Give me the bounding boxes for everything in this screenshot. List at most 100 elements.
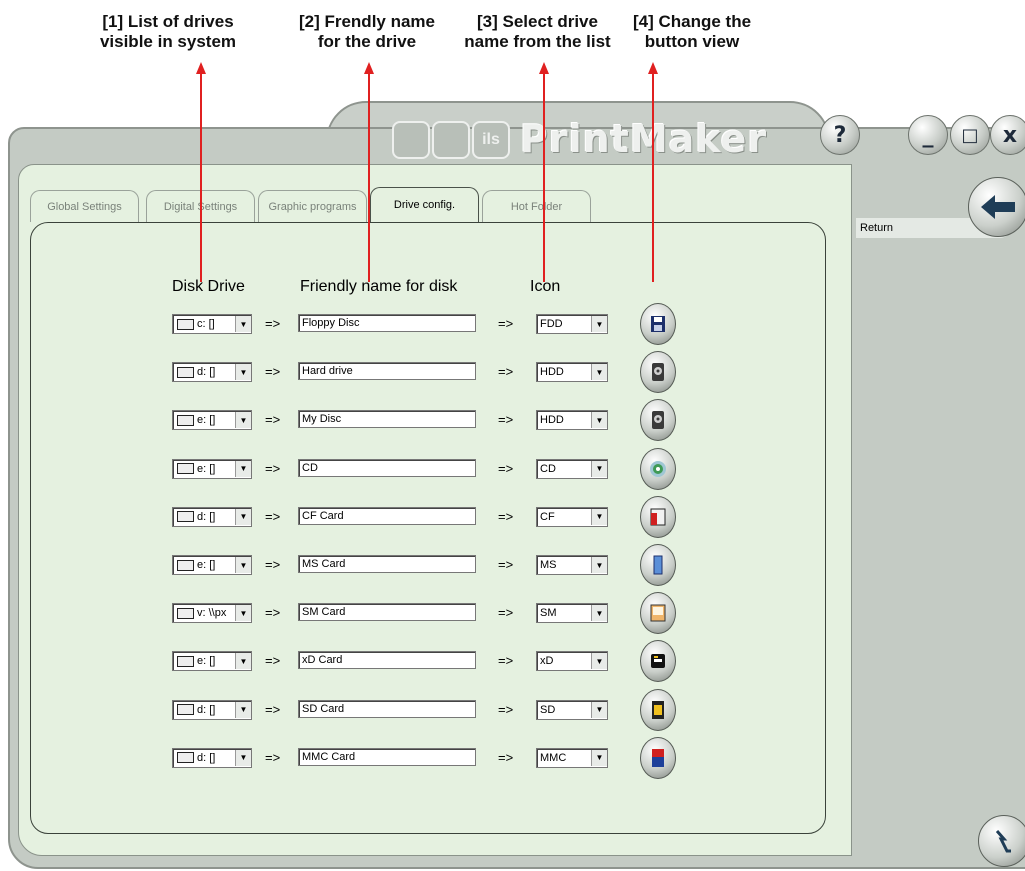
row-arrow: =>: [498, 557, 514, 572]
chevron-down-icon[interactable]: ▼: [591, 701, 607, 718]
logo-text: ils: [482, 131, 500, 148]
icon-select[interactable]: CD ▼: [536, 458, 608, 479]
column-header-icon: Icon: [530, 278, 561, 295]
icon-select[interactable]: SM ▼: [536, 603, 608, 624]
friendly-name-input[interactable]: [298, 410, 476, 429]
drive-icon: [177, 366, 194, 378]
icon-select[interactable]: xD ▼: [536, 651, 608, 672]
maximize-icon: □: [961, 124, 979, 146]
row-arrow: =>: [498, 653, 514, 669]
disk-drive-select[interactable]: d: [] ▼: [172, 506, 252, 527]
chevron-down-icon[interactable]: ▼: [235, 412, 251, 429]
friendly-name-input[interactable]: [298, 747, 476, 766]
change-icon-button[interactable]: [640, 303, 676, 345]
friendly-name-input[interactable]: [298, 362, 476, 381]
friendly-name-input[interactable]: [298, 603, 476, 622]
hdd-icon: [652, 363, 664, 382]
chevron-down-icon[interactable]: ▼: [235, 316, 251, 332]
chevron-down-icon[interactable]: ▼: [591, 364, 607, 381]
row-arrow: =>: [265, 508, 281, 524]
tab-label: Drive config.: [393, 199, 456, 211]
chevron-down-icon[interactable]: ▼: [235, 557, 251, 573]
change-icon-button[interactable]: [640, 640, 676, 683]
icon-select-value: MS: [540, 559, 557, 571]
icon-select[interactable]: HDD ▼: [536, 410, 608, 431]
chevron-down-icon[interactable]: ▼: [591, 557, 607, 573]
tab-hot-folder[interactable]: Hot Folder: [482, 190, 591, 222]
icon-select[interactable]: HDD ▼: [536, 362, 608, 383]
friendly-name-input[interactable]: [298, 506, 476, 525]
disk-drive-select[interactable]: e: [] ▼: [172, 410, 252, 431]
column-header-name: Friendly name for disk: [300, 278, 458, 295]
icon-select[interactable]: MMC ▼: [536, 747, 608, 768]
disk-drive-value: e: []: [197, 414, 216, 427]
disk-drive-value: e: []: [197, 655, 216, 668]
disk-drive-select[interactable]: d: [] ▼: [172, 362, 252, 383]
change-icon-button[interactable]: [640, 495, 676, 538]
table-row: d: [] ▼ => => SD ▼: [8, 688, 1025, 731]
disk-drive-select[interactable]: d: [] ▼: [172, 699, 252, 720]
help-button[interactable]: ?: [820, 115, 860, 155]
close-button[interactable]: x: [990, 115, 1025, 155]
chevron-down-icon[interactable]: ▼: [235, 749, 251, 766]
chevron-down-icon[interactable]: ▼: [235, 701, 251, 718]
minimize-button[interactable]: _: [908, 115, 948, 155]
disk-drive-select[interactable]: e: [] ▼: [172, 555, 252, 575]
chevron-down-icon[interactable]: ▼: [591, 508, 607, 525]
icon-select[interactable]: SD ▼: [536, 699, 608, 720]
tab-global-settings[interactable]: Global Settings: [30, 190, 139, 222]
tab-drive-config[interactable]: Drive config.: [370, 187, 479, 222]
chevron-down-icon[interactable]: ▼: [591, 412, 607, 429]
maximize-button[interactable]: □: [950, 115, 990, 155]
friendly-name-input[interactable]: [298, 314, 476, 332]
friendly-name-input[interactable]: [298, 651, 476, 670]
annotation-3: [3] Select drive name from the list: [455, 12, 620, 52]
disk-drive-select[interactable]: e: [] ▼: [172, 458, 252, 479]
chevron-down-icon[interactable]: ▼: [235, 508, 251, 525]
resize-button[interactable]: [978, 815, 1025, 867]
resize-arrow-icon: [995, 830, 1011, 853]
icon-select[interactable]: MS ▼: [536, 555, 608, 575]
change-icon-button[interactable]: [640, 592, 676, 635]
icon-select[interactable]: FDD ▼: [536, 314, 608, 334]
annotation-2-line1: [2] Frendly name: [298, 12, 436, 31]
hdd-icon: [652, 411, 664, 430]
chevron-down-icon[interactable]: ▼: [235, 364, 251, 381]
tab-graphic-programs[interactable]: Graphic programs: [258, 190, 367, 222]
return-button[interactable]: [968, 177, 1025, 237]
back-arrow-icon: [981, 195, 1015, 219]
annotation-4: [4] Change the button view: [622, 12, 762, 52]
annotation-arrowhead-2: [364, 62, 374, 74]
row-arrow: =>: [498, 605, 514, 621]
chevron-down-icon[interactable]: ▼: [235, 460, 251, 477]
chevron-down-icon[interactable]: ▼: [591, 605, 607, 622]
change-icon-button[interactable]: [640, 351, 676, 394]
annotation-2-line2: for the drive: [317, 32, 417, 51]
disk-drive-select[interactable]: c: [] ▼: [172, 314, 252, 334]
drive-icon: [177, 607, 194, 619]
chevron-down-icon[interactable]: ▼: [235, 653, 251, 670]
change-icon-button[interactable]: [640, 447, 676, 490]
drive-icon: [177, 463, 194, 475]
chevron-down-icon[interactable]: ▼: [591, 460, 607, 477]
disk-drive-select[interactable]: v: \\px ▼: [172, 603, 252, 624]
friendly-name-input[interactable]: [298, 699, 476, 718]
change-icon-button[interactable]: [640, 736, 676, 779]
chevron-down-icon[interactable]: ▼: [235, 605, 251, 622]
table-row: e: [] ▼ => => MS ▼: [8, 544, 1025, 586]
disk-drive-select[interactable]: e: [] ▼: [172, 651, 252, 672]
chevron-down-icon[interactable]: ▼: [591, 749, 607, 766]
row-arrow: =>: [498, 749, 514, 765]
disk-drive-select[interactable]: d: [] ▼: [172, 747, 252, 768]
friendly-name-input[interactable]: [298, 555, 476, 573]
icon-select[interactable]: CF ▼: [536, 506, 608, 527]
change-icon-button[interactable]: [640, 399, 676, 442]
floppy-icon: [651, 316, 665, 332]
row-arrow: =>: [498, 364, 514, 380]
chevron-down-icon[interactable]: ▼: [591, 316, 607, 332]
change-icon-button[interactable]: [640, 688, 676, 731]
change-icon-button[interactable]: [640, 544, 676, 586]
chevron-down-icon[interactable]: ▼: [591, 653, 607, 670]
row-arrow: =>: [265, 316, 281, 331]
friendly-name-input[interactable]: [298, 458, 476, 477]
